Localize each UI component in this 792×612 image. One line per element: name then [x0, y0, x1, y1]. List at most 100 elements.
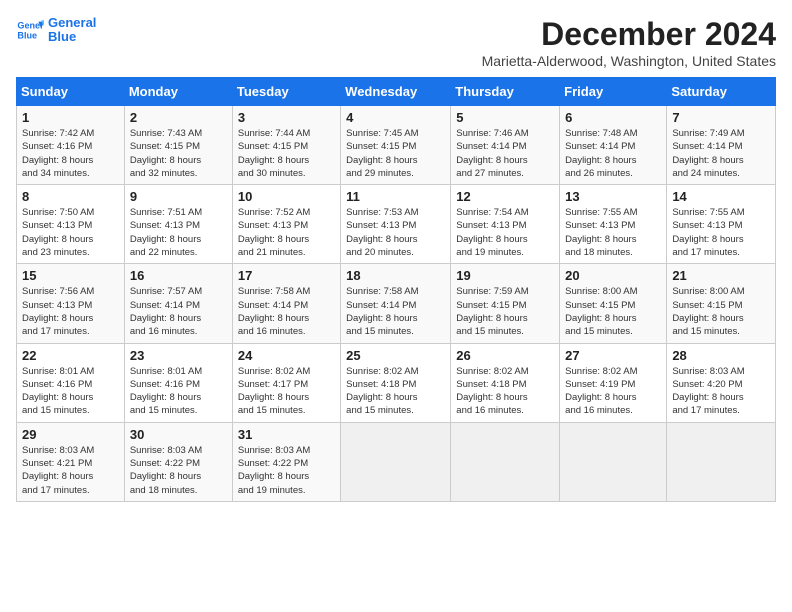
day-number: 2: [130, 110, 227, 125]
day-cell: 25 Sunrise: 8:02 AMSunset: 4:18 PMDaylig…: [341, 343, 451, 422]
day-info: Sunrise: 8:00 AMSunset: 4:15 PMDaylight:…: [672, 285, 770, 338]
logo: General Blue General Blue: [16, 16, 96, 45]
day-number: 29: [22, 427, 119, 442]
day-info: Sunrise: 7:49 AMSunset: 4:14 PMDaylight:…: [672, 127, 770, 180]
weekday-header-monday: Monday: [124, 78, 232, 106]
day-info: Sunrise: 8:03 AMSunset: 4:20 PMDaylight:…: [672, 365, 770, 418]
day-number: 5: [456, 110, 554, 125]
day-number: 21: [672, 268, 770, 283]
day-cell: 29 Sunrise: 8:03 AMSunset: 4:21 PMDaylig…: [17, 422, 125, 501]
title-area: December 2024 Marietta-Alderwood, Washin…: [482, 16, 776, 69]
day-info: Sunrise: 8:03 AMSunset: 4:22 PMDaylight:…: [238, 444, 335, 497]
day-cell: 7 Sunrise: 7:49 AMSunset: 4:14 PMDayligh…: [667, 106, 776, 185]
week-row-3: 15 Sunrise: 7:56 AMSunset: 4:13 PMDaylig…: [17, 264, 776, 343]
day-info: Sunrise: 7:48 AMSunset: 4:14 PMDaylight:…: [565, 127, 661, 180]
day-cell: 18 Sunrise: 7:58 AMSunset: 4:14 PMDaylig…: [341, 264, 451, 343]
day-info: Sunrise: 7:55 AMSunset: 4:13 PMDaylight:…: [672, 206, 770, 259]
day-number: 6: [565, 110, 661, 125]
day-number: 11: [346, 189, 445, 204]
weekday-header-row: SundayMondayTuesdayWednesdayThursdayFrid…: [17, 78, 776, 106]
day-cell: 11 Sunrise: 7:53 AMSunset: 4:13 PMDaylig…: [341, 185, 451, 264]
day-number: 1: [22, 110, 119, 125]
day-cell: 2 Sunrise: 7:43 AMSunset: 4:15 PMDayligh…: [124, 106, 232, 185]
day-info: Sunrise: 8:02 AMSunset: 4:17 PMDaylight:…: [238, 365, 335, 418]
day-number: 25: [346, 348, 445, 363]
main-title: December 2024: [482, 16, 776, 53]
day-cell: 30 Sunrise: 8:03 AMSunset: 4:22 PMDaylig…: [124, 422, 232, 501]
day-number: 19: [456, 268, 554, 283]
day-info: Sunrise: 7:57 AMSunset: 4:14 PMDaylight:…: [130, 285, 227, 338]
logo-line1: General: [48, 16, 96, 30]
day-info: Sunrise: 8:03 AMSunset: 4:21 PMDaylight:…: [22, 444, 119, 497]
day-cell: 12 Sunrise: 7:54 AMSunset: 4:13 PMDaylig…: [451, 185, 560, 264]
day-cell: 3 Sunrise: 7:44 AMSunset: 4:15 PMDayligh…: [232, 106, 340, 185]
subtitle: Marietta-Alderwood, Washington, United S…: [482, 53, 776, 69]
day-number: 15: [22, 268, 119, 283]
day-info: Sunrise: 7:58 AMSunset: 4:14 PMDaylight:…: [346, 285, 445, 338]
day-cell: 14 Sunrise: 7:55 AMSunset: 4:13 PMDaylig…: [667, 185, 776, 264]
day-number: 12: [456, 189, 554, 204]
day-info: Sunrise: 7:46 AMSunset: 4:14 PMDaylight:…: [456, 127, 554, 180]
day-number: 9: [130, 189, 227, 204]
day-number: 10: [238, 189, 335, 204]
day-cell: 1 Sunrise: 7:42 AMSunset: 4:16 PMDayligh…: [17, 106, 125, 185]
day-cell: [667, 422, 776, 501]
day-cell: 21 Sunrise: 8:00 AMSunset: 4:15 PMDaylig…: [667, 264, 776, 343]
day-info: Sunrise: 8:00 AMSunset: 4:15 PMDaylight:…: [565, 285, 661, 338]
calendar-table: SundayMondayTuesdayWednesdayThursdayFrid…: [16, 77, 776, 502]
day-cell: 24 Sunrise: 8:02 AMSunset: 4:17 PMDaylig…: [232, 343, 340, 422]
day-cell: [341, 422, 451, 501]
week-row-2: 8 Sunrise: 7:50 AMSunset: 4:13 PMDayligh…: [17, 185, 776, 264]
day-number: 16: [130, 268, 227, 283]
day-info: Sunrise: 8:03 AMSunset: 4:22 PMDaylight:…: [130, 444, 227, 497]
day-cell: 19 Sunrise: 7:59 AMSunset: 4:15 PMDaylig…: [451, 264, 560, 343]
day-cell: 9 Sunrise: 7:51 AMSunset: 4:13 PMDayligh…: [124, 185, 232, 264]
day-cell: 26 Sunrise: 8:02 AMSunset: 4:18 PMDaylig…: [451, 343, 560, 422]
day-info: Sunrise: 7:51 AMSunset: 4:13 PMDaylight:…: [130, 206, 227, 259]
day-info: Sunrise: 7:56 AMSunset: 4:13 PMDaylight:…: [22, 285, 119, 338]
day-cell: 31 Sunrise: 8:03 AMSunset: 4:22 PMDaylig…: [232, 422, 340, 501]
day-cell: 27 Sunrise: 8:02 AMSunset: 4:19 PMDaylig…: [560, 343, 667, 422]
day-info: Sunrise: 7:54 AMSunset: 4:13 PMDaylight:…: [456, 206, 554, 259]
day-info: Sunrise: 7:44 AMSunset: 4:15 PMDaylight:…: [238, 127, 335, 180]
logo-line2: Blue: [48, 30, 96, 44]
day-info: Sunrise: 7:55 AMSunset: 4:13 PMDaylight:…: [565, 206, 661, 259]
day-cell: [560, 422, 667, 501]
day-number: 7: [672, 110, 770, 125]
day-cell: 23 Sunrise: 8:01 AMSunset: 4:16 PMDaylig…: [124, 343, 232, 422]
day-number: 30: [130, 427, 227, 442]
day-number: 31: [238, 427, 335, 442]
day-cell: 8 Sunrise: 7:50 AMSunset: 4:13 PMDayligh…: [17, 185, 125, 264]
weekday-header-saturday: Saturday: [667, 78, 776, 106]
week-row-4: 22 Sunrise: 8:01 AMSunset: 4:16 PMDaylig…: [17, 343, 776, 422]
header: General Blue General Blue December 2024 …: [16, 16, 776, 69]
day-number: 20: [565, 268, 661, 283]
weekday-header-sunday: Sunday: [17, 78, 125, 106]
day-info: Sunrise: 8:01 AMSunset: 4:16 PMDaylight:…: [130, 365, 227, 418]
day-info: Sunrise: 8:02 AMSunset: 4:18 PMDaylight:…: [456, 365, 554, 418]
day-cell: [451, 422, 560, 501]
day-cell: 28 Sunrise: 8:03 AMSunset: 4:20 PMDaylig…: [667, 343, 776, 422]
day-info: Sunrise: 8:02 AMSunset: 4:19 PMDaylight:…: [565, 365, 661, 418]
day-number: 14: [672, 189, 770, 204]
day-number: 13: [565, 189, 661, 204]
day-info: Sunrise: 8:02 AMSunset: 4:18 PMDaylight:…: [346, 365, 445, 418]
day-number: 8: [22, 189, 119, 204]
day-number: 26: [456, 348, 554, 363]
day-number: 24: [238, 348, 335, 363]
day-number: 18: [346, 268, 445, 283]
weekday-header-friday: Friday: [560, 78, 667, 106]
day-number: 27: [565, 348, 661, 363]
day-info: Sunrise: 8:01 AMSunset: 4:16 PMDaylight:…: [22, 365, 119, 418]
logo-icon: General Blue: [16, 16, 44, 44]
day-info: Sunrise: 7:43 AMSunset: 4:15 PMDaylight:…: [130, 127, 227, 180]
day-cell: 15 Sunrise: 7:56 AMSunset: 4:13 PMDaylig…: [17, 264, 125, 343]
day-info: Sunrise: 7:45 AMSunset: 4:15 PMDaylight:…: [346, 127, 445, 180]
day-cell: 6 Sunrise: 7:48 AMSunset: 4:14 PMDayligh…: [560, 106, 667, 185]
day-info: Sunrise: 7:50 AMSunset: 4:13 PMDaylight:…: [22, 206, 119, 259]
day-cell: 22 Sunrise: 8:01 AMSunset: 4:16 PMDaylig…: [17, 343, 125, 422]
day-number: 22: [22, 348, 119, 363]
day-number: 3: [238, 110, 335, 125]
day-info: Sunrise: 7:59 AMSunset: 4:15 PMDaylight:…: [456, 285, 554, 338]
day-info: Sunrise: 7:58 AMSunset: 4:14 PMDaylight:…: [238, 285, 335, 338]
